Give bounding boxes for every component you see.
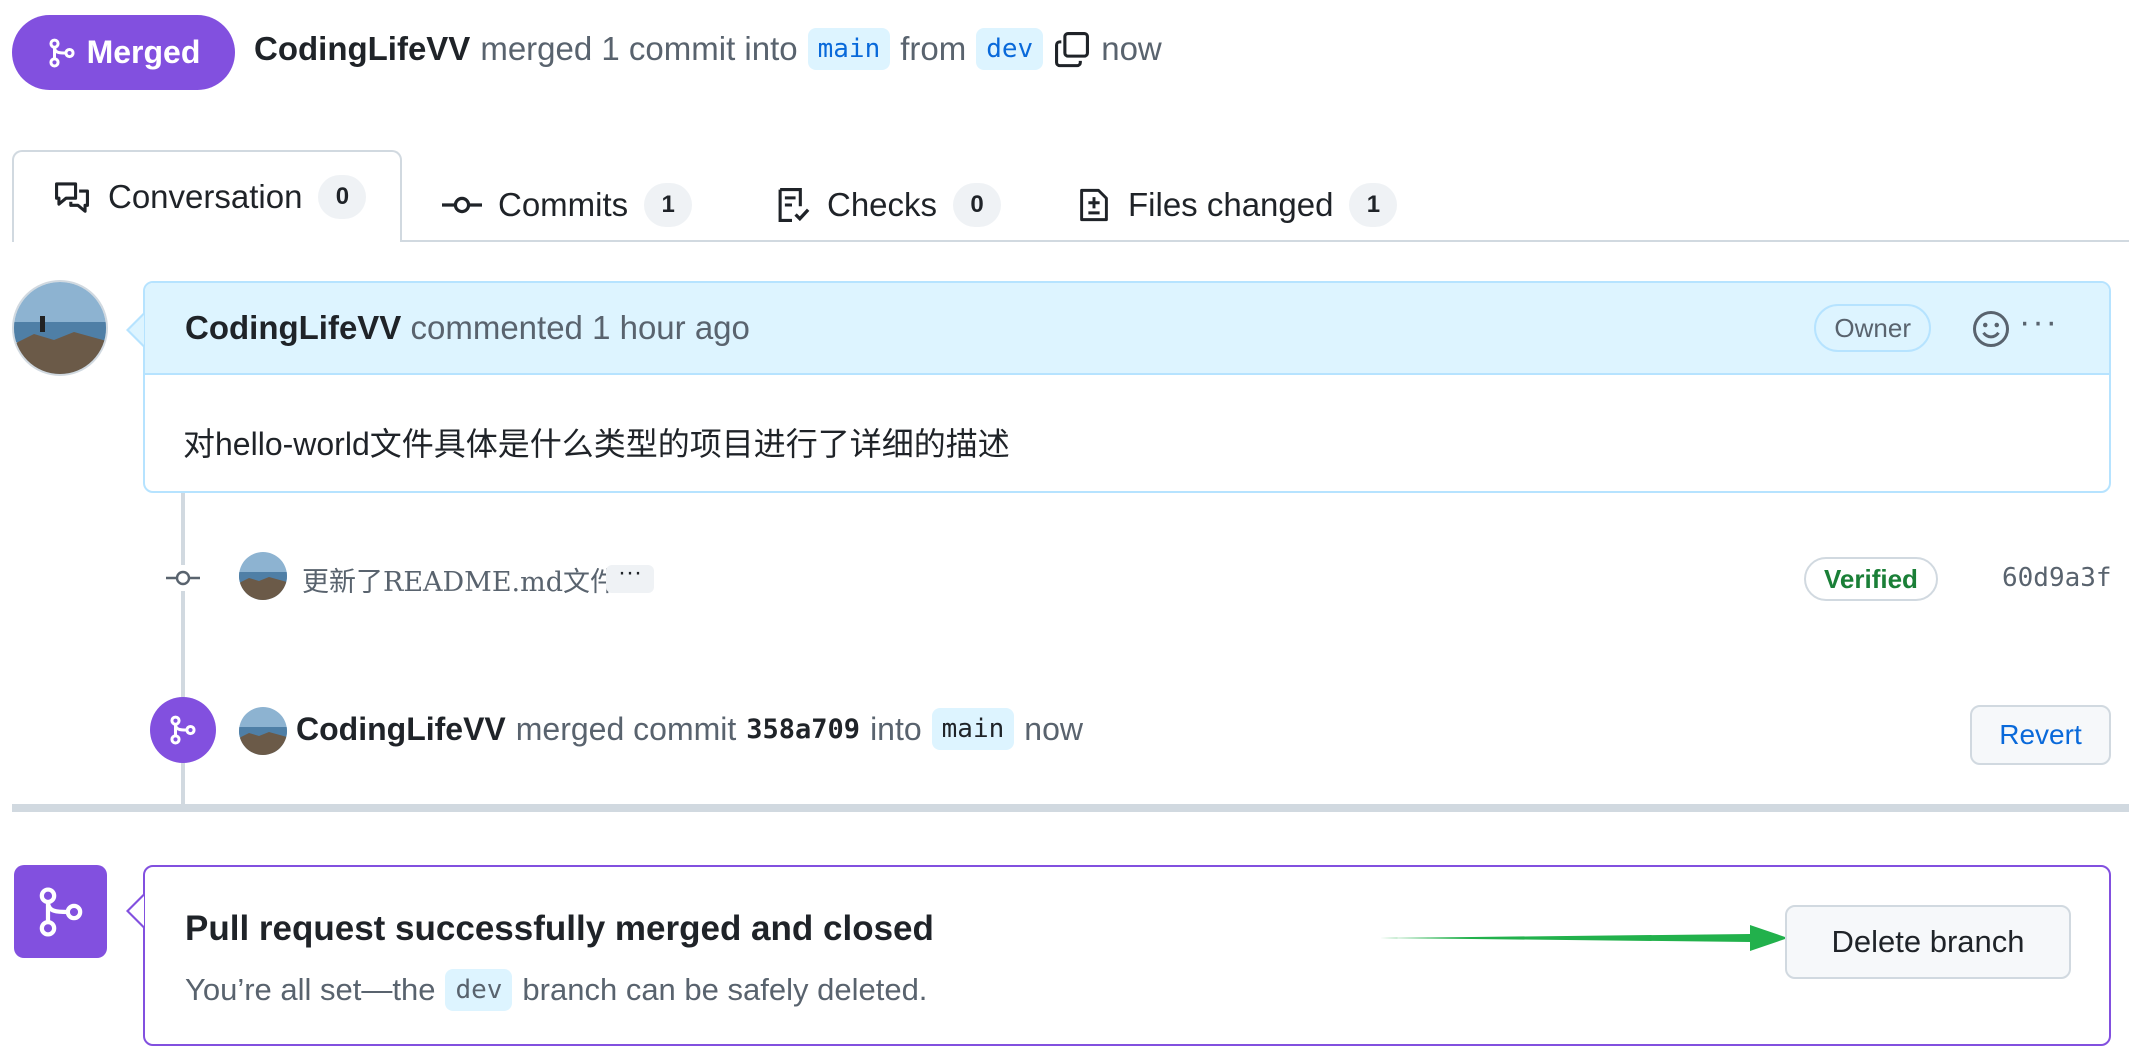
merge-action: merged commit <box>515 710 737 747</box>
comment-header: CodingLifeVV commented 1 hour ago Owner … <box>145 283 2109 375</box>
merged-text: merged 1 commit into <box>480 30 798 67</box>
merge-target-branch[interactable]: main <box>931 708 1015 750</box>
revert-button[interactable]: Revert <box>1970 705 2111 765</box>
tab-label: Checks <box>827 186 938 223</box>
from-text: from <box>900 30 967 67</box>
git-merge-icon <box>39 886 82 937</box>
merge-author-avatar[interactable] <box>239 707 287 755</box>
smiley-icon[interactable] <box>1971 309 2011 349</box>
annotation-arrow-icon <box>1380 925 1788 951</box>
git-merge-icon <box>49 38 75 67</box>
file-diff-icon <box>1080 188 1108 222</box>
tab-label: Conversation <box>108 178 303 215</box>
merged-sub-suffix: branch can be safely deleted. <box>522 972 928 1007</box>
merged-state-badge: Merged <box>12 15 235 90</box>
merge-commit-sha-link[interactable]: 358a709 <box>746 714 860 745</box>
tab-count: 1 <box>1349 183 1398 227</box>
tab-count: 0 <box>318 175 367 219</box>
comment-title: CodingLifeVV commented 1 hour ago <box>185 309 750 347</box>
owner-badge: Owner <box>1814 304 1931 352</box>
tab-files-changed[interactable]: Files changed 1 <box>1076 168 1398 242</box>
state-label: Merged <box>86 34 201 70</box>
tab-count: 1 <box>644 183 693 227</box>
git-commit-icon <box>164 565 202 591</box>
comment-discussion-icon <box>55 182 89 213</box>
tab-label: Commits <box>498 186 629 223</box>
kebab-horizontal-icon[interactable]: ··· <box>2019 305 2065 346</box>
tab-count: 0 <box>953 183 1002 227</box>
deletable-branch-label[interactable]: dev <box>445 969 513 1011</box>
pr-merge-summary: CodingLifeVV merged 1 commit into main f… <box>254 28 1162 70</box>
verified-badge[interactable]: Verified <box>1804 557 1938 601</box>
delete-branch-button[interactable]: Delete branch <box>1785 905 2071 979</box>
merge-time: now <box>1101 30 1162 67</box>
merge-time: now <box>1024 710 1083 747</box>
comment-author-avatar[interactable] <box>12 280 108 376</box>
git-merge-icon <box>170 715 196 745</box>
comment-body: 对hello-world文件具体是什么类型的项目进行了详细的描述 <box>183 426 1010 462</box>
into-text: into <box>870 710 922 747</box>
merged-status-icon <box>14 865 107 958</box>
comment-author-link[interactable]: CodingLifeVV <box>185 309 401 346</box>
tab-conversation[interactable]: Conversation 0 <box>12 150 402 242</box>
timeline-divider <box>12 804 2129 812</box>
pr-author-link[interactable]: CodingLifeVV <box>254 30 470 68</box>
head-branch-label[interactable]: dev <box>976 28 1044 70</box>
commit-sha-link[interactable]: 60d9a3f <box>2002 563 2112 593</box>
comment-action: commented 1 hour ago <box>410 309 750 346</box>
checklist-icon <box>778 188 810 222</box>
tab-commits[interactable]: Commits 1 <box>442 168 693 242</box>
commit-message-link[interactable]: 更新了README.md文件 <box>302 560 617 599</box>
merge-event-badge <box>150 697 216 763</box>
merged-subtitle: You’re all set—the dev branch can be saf… <box>185 969 927 1011</box>
comment-pointer-fill <box>129 315 144 345</box>
merged-box-pointer-fill <box>129 896 144 926</box>
merged-title: Pull request successfully merged and clo… <box>185 909 934 948</box>
copy-icon[interactable] <box>1053 30 1091 68</box>
merge-event-text: CodingLifeVV merged commit 358a709 into … <box>296 708 1083 750</box>
commit-author-avatar[interactable] <box>239 552 287 600</box>
merged-sub-prefix: You’re all set—the <box>185 972 436 1007</box>
tab-checks[interactable]: Checks 0 <box>773 168 1002 242</box>
comment-card: CodingLifeVV commented 1 hour ago Owner … <box>143 281 2111 493</box>
git-commit-icon <box>442 196 482 214</box>
commit-expand-button[interactable]: ··· <box>606 561 654 593</box>
tab-label: Files changed <box>1128 186 1334 223</box>
merge-author-link[interactable]: CodingLifeVV <box>296 711 506 748</box>
base-branch-label[interactable]: main <box>807 28 891 70</box>
